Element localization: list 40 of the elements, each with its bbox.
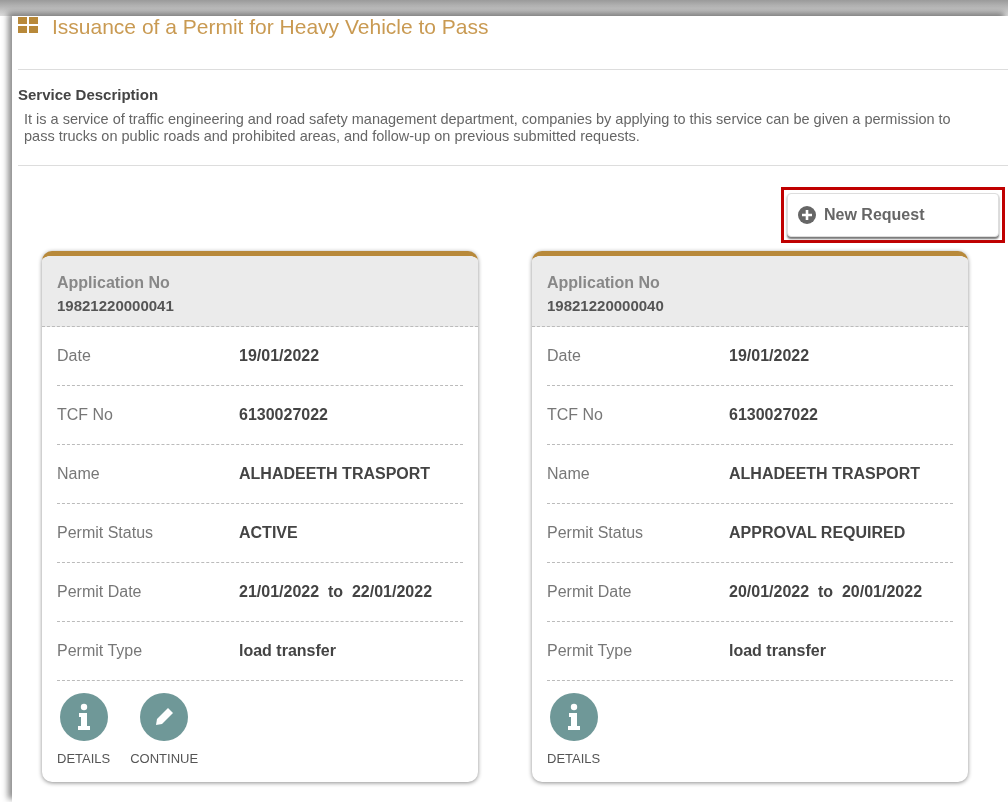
field-value: ALHADEETH TRASPORT xyxy=(239,465,431,483)
application-label: Application No xyxy=(57,274,171,292)
grid-icon xyxy=(18,17,38,33)
info-icon[interactable] xyxy=(59,693,108,741)
application-label: Application No xyxy=(547,274,661,292)
action-label[interactable]: CONTINUE xyxy=(130,751,199,766)
field-value: load transfer xyxy=(729,642,826,660)
application-number: 19821220000041 xyxy=(57,297,175,314)
field-value: ALHADEETH TRASPORT xyxy=(729,465,921,483)
field-value: ACTIVE xyxy=(239,524,298,542)
field-label: TCF No xyxy=(57,406,114,424)
field-label: TCF No xyxy=(547,406,604,424)
field-label: Permit Type xyxy=(547,642,634,660)
new-request-button[interactable]: New Request xyxy=(787,193,999,237)
service-description: It is a service of traffic engineering and road safety management department, companies by applying to this service can be given a permission to pass trucks on public roads and prohibited areas, and follow-up on previous submitted requests. xyxy=(24,111,952,145)
action-label[interactable]: DETAILS xyxy=(547,751,601,766)
field-label: Permit Status xyxy=(57,524,155,542)
field-label: Date xyxy=(57,347,92,365)
plus-icon xyxy=(798,206,816,224)
field-value: load transfer xyxy=(239,642,336,660)
field-label: Date xyxy=(547,347,582,365)
application-number: 19821220000040 xyxy=(547,297,665,314)
field-value: 6130027022 xyxy=(239,406,328,424)
field-value: 21/01/2022 to 22/01/2022 xyxy=(239,583,433,601)
field-label: Name xyxy=(547,465,591,483)
field-value: 6130027022 xyxy=(729,406,818,424)
action-label[interactable]: DETAILS xyxy=(57,751,111,766)
field-value: APPROVAL REQUIRED xyxy=(729,524,906,542)
field-label: Permit Date xyxy=(547,583,633,601)
info-icon[interactable] xyxy=(549,693,598,741)
field-value: 19/01/2022 xyxy=(239,347,320,365)
field-label: Name xyxy=(57,465,101,483)
field-value: 19/01/2022 xyxy=(729,347,810,365)
field-value: 20/01/2022 to 20/01/2022 xyxy=(729,583,923,601)
field-label: Permit Type xyxy=(57,642,144,660)
page-title: Issuance of a Permit for Heavy Vehicle to Pass xyxy=(52,15,489,39)
section-heading: Service Description xyxy=(18,86,160,103)
field-label: Permit Date xyxy=(57,583,143,601)
field-label: Permit Status xyxy=(547,524,645,542)
pencil-icon[interactable] xyxy=(140,693,189,741)
